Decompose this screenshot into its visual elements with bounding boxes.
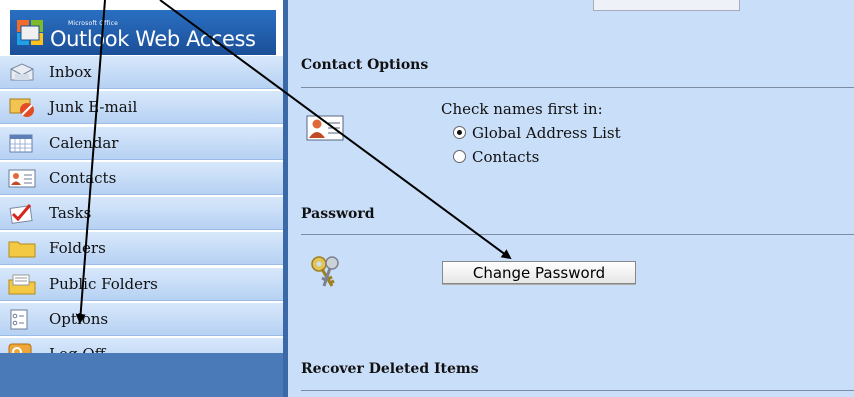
keys-icon — [311, 256, 339, 287]
section-divider — [301, 234, 854, 235]
sidebar-item-label: Junk E-mail — [49, 98, 138, 117]
tasks-icon — [9, 204, 33, 225]
radio-label: Global Address List — [472, 124, 621, 142]
contact-card-icon — [306, 115, 344, 141]
section-divider — [301, 390, 854, 391]
sidebar-item-label: Folders — [49, 239, 106, 258]
sidebar-item-label: Contacts — [49, 168, 117, 187]
section-title-recover-deleted-items: Recover Deleted Items — [301, 361, 479, 377]
public-folders-icon — [8, 274, 36, 295]
inbox-icon — [10, 63, 34, 81]
radio-button[interactable] — [453, 150, 466, 163]
sidebar-item-contacts[interactable]: Contacts — [0, 161, 283, 195]
calendar-icon — [9, 134, 33, 153]
sidebar-item-options[interactable]: Options — [0, 303, 283, 337]
junk-email-icon — [9, 98, 34, 118]
sidebar-item-public-folders[interactable]: Public Folders — [0, 267, 283, 301]
section-title-contact-options: Contact Options — [301, 57, 429, 73]
sidebar-item-label: Options — [49, 310, 109, 329]
change-password-button[interactable]: Change Password — [442, 261, 636, 284]
sidebar-item-label: Calendar — [49, 133, 119, 152]
brand-small-text: Microsoft Office — [68, 20, 119, 27]
options-panel: Contact Options Check names first in: Gl… — [288, 0, 854, 397]
radio-global-address-list[interactable]: Global Address List — [453, 124, 621, 142]
brand-title: Outlook Web Access — [50, 27, 256, 51]
app-logo: Microsoft Office Outlook Web Access — [10, 10, 276, 55]
options-icon — [10, 309, 28, 330]
sidebar-item-label: Public Folders — [49, 274, 158, 293]
radio-button[interactable] — [453, 126, 466, 139]
sidebar-item-junk-email[interactable]: Junk E-mail — [0, 91, 283, 125]
sidebar-footer — [0, 353, 283, 397]
top-input-field[interactable] — [593, 0, 740, 11]
sidebar-nav: Inbox Junk E-mail Calendar Contacts Task… — [0, 56, 283, 374]
sidebar-item-tasks[interactable]: Tasks — [0, 197, 283, 231]
section-divider — [301, 87, 854, 88]
sidebar-item-label: Tasks — [49, 204, 92, 223]
contacts-icon — [8, 169, 36, 188]
office-logo-icon — [17, 20, 43, 45]
sidebar: Microsoft Office Outlook Web Access Inbo… — [0, 0, 287, 397]
radio-contacts[interactable]: Contacts — [453, 148, 539, 166]
sidebar-item-calendar[interactable]: Calendar — [0, 126, 283, 160]
check-names-label: Check names first in: — [441, 100, 603, 118]
radio-label: Contacts — [472, 148, 540, 166]
sidebar-item-folders[interactable]: Folders — [0, 232, 283, 266]
sidebar-item-inbox[interactable]: Inbox — [0, 56, 283, 89]
section-title-password: Password — [301, 206, 375, 222]
folder-icon — [8, 241, 36, 258]
sidebar-item-label: Inbox — [49, 63, 92, 81]
